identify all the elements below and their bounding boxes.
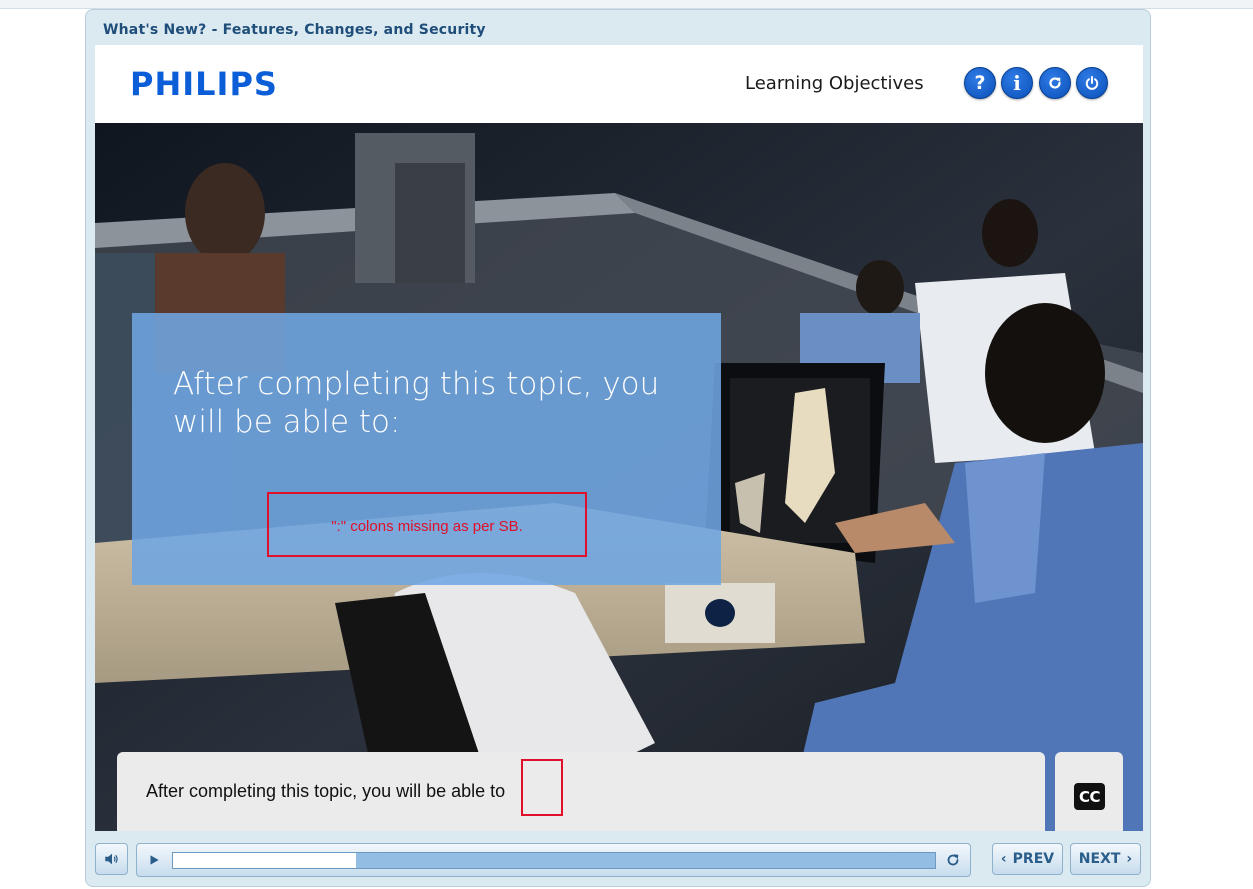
- power-icon: [1085, 76, 1099, 90]
- play-icon: [150, 855, 159, 865]
- replay-slide-button[interactable]: [940, 847, 966, 873]
- progress-fill: [173, 853, 356, 868]
- next-label: NEXT: [1078, 851, 1121, 867]
- caption-annotation-box: [521, 759, 563, 816]
- review-annotation-box: ":" colons missing as per SB.: [267, 492, 587, 557]
- replay-icon: [947, 854, 959, 866]
- speaker-icon: [104, 853, 118, 865]
- objective-text: After completing this topic, you will be…: [173, 366, 660, 440]
- course-player: What's New? - Features, Changes, and Sec…: [85, 9, 1151, 887]
- progress-track[interactable]: [172, 852, 936, 869]
- prev-button[interactable]: ‹ PREV: [992, 843, 1063, 875]
- slide-stage: After completing this topic, you will be…: [95, 123, 1143, 831]
- closed-caption-panel: After completing this topic, you will be…: [117, 752, 1045, 831]
- chevron-left-icon: ‹: [1000, 851, 1007, 867]
- volume-button[interactable]: [95, 843, 128, 875]
- prev-label: PREV: [1012, 851, 1055, 867]
- chevron-right-icon: ›: [1126, 851, 1133, 867]
- play-button[interactable]: [141, 847, 167, 873]
- browser-top-edge: [0, 0, 1253, 9]
- info-button[interactable]: i: [1001, 67, 1033, 99]
- playback-bar: [136, 843, 971, 877]
- exit-button[interactable]: [1076, 67, 1108, 99]
- slide-header: PHILIPS Learning Objectives ? i: [95, 45, 1143, 123]
- caption-text: After completing this topic, you will be…: [146, 781, 506, 801]
- help-button[interactable]: ?: [964, 67, 996, 99]
- replay-icon: [1049, 77, 1061, 89]
- course-title: What's New? - Features, Changes, and Sec…: [103, 22, 486, 38]
- replay-button[interactable]: [1039, 67, 1071, 99]
- next-button[interactable]: NEXT ›: [1070, 843, 1141, 875]
- objectives-panel: After completing this topic, you will be…: [132, 313, 721, 585]
- section-title: Learning Objectives: [745, 73, 924, 94]
- philips-logo: PHILIPS: [130, 65, 278, 103]
- review-annotation-text: ":" colons missing as per SB.: [331, 518, 523, 535]
- closed-captions-button[interactable]: CC: [1074, 783, 1105, 810]
- cc-icon: CC: [1078, 787, 1101, 806]
- help-icon: ?: [974, 72, 986, 94]
- cc-panel: CC: [1055, 752, 1123, 831]
- info-icon: i: [1013, 71, 1021, 95]
